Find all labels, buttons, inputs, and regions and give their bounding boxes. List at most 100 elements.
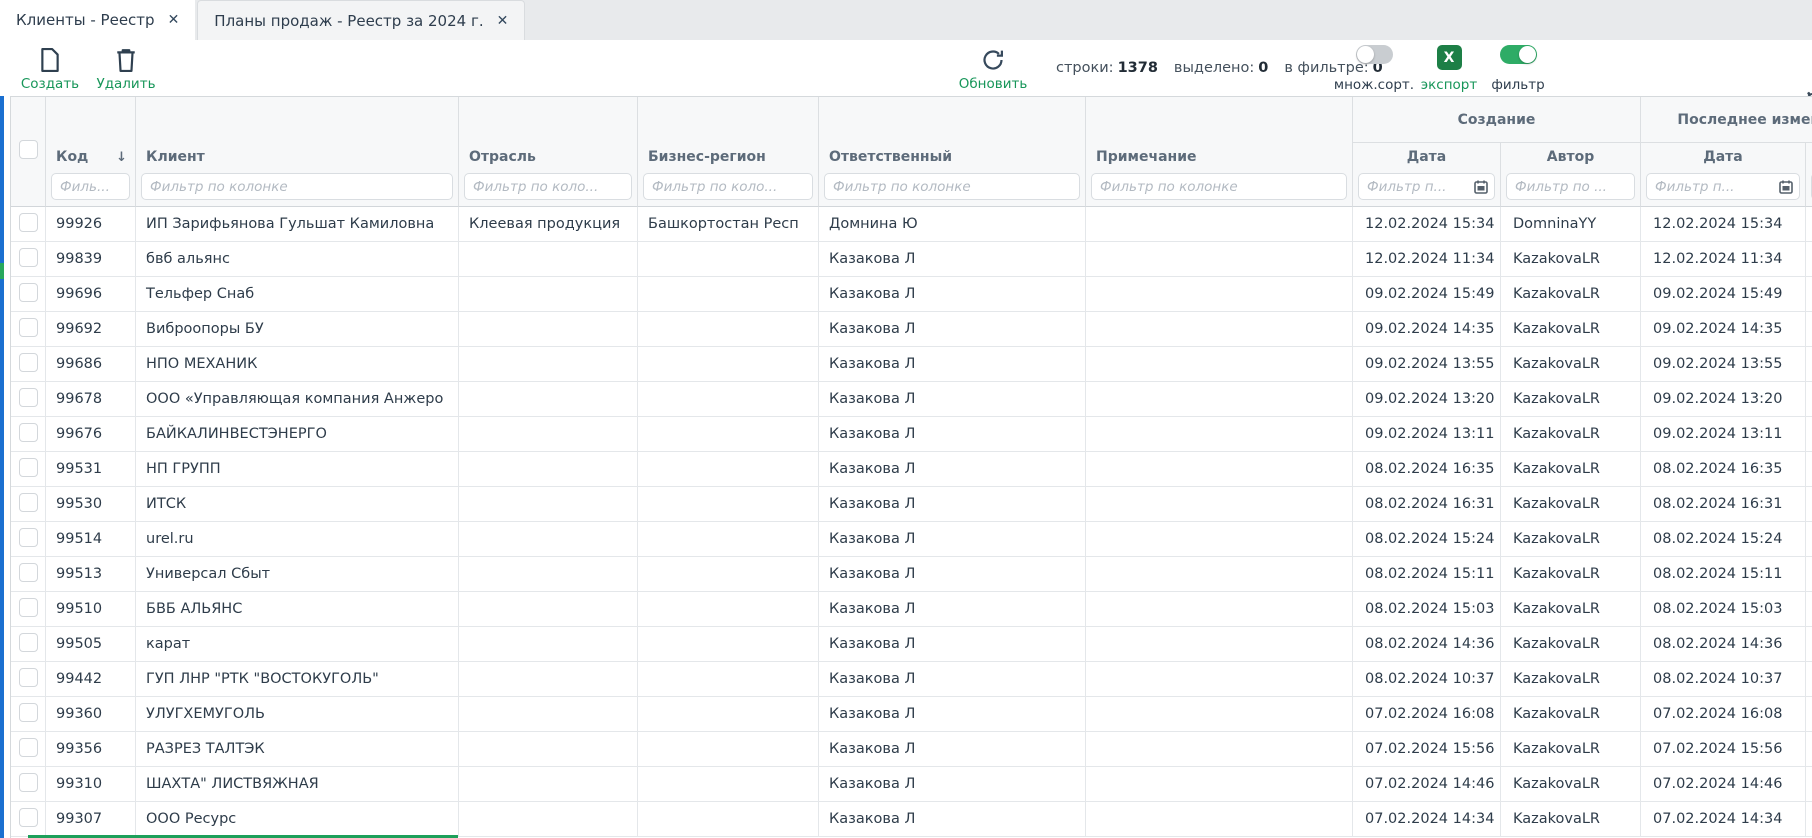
cell-created-date[interactable]: 07.02.2024 14:34	[1353, 802, 1501, 837]
cell-responsible[interactable]: Казакова Л	[819, 347, 1086, 382]
cell-note[interactable]	[1086, 417, 1353, 452]
cell-industry[interactable]	[459, 732, 638, 767]
table-row[interactable]: 99839бвб альянсКазакова Л12.02.2024 11:3…	[11, 242, 1812, 277]
cell-modified-author[interactable]: KazakovaLR	[1806, 697, 1812, 732]
close-icon[interactable]: ✕	[497, 13, 509, 29]
cell-responsible[interactable]: Казакова Л	[819, 802, 1086, 837]
cell-created-date[interactable]: 09.02.2024 13:20	[1353, 382, 1501, 417]
cell-note[interactable]	[1086, 382, 1353, 417]
table-row[interactable]: 99696Тельфер СнабКазакова Л09.02.2024 15…	[11, 277, 1812, 312]
cell-created-date[interactable]: 12.02.2024 15:34	[1353, 207, 1501, 242]
cell-note[interactable]	[1086, 592, 1353, 627]
cell-note[interactable]	[1086, 487, 1353, 522]
cell-modified-author[interactable]: KazakovaLR	[1806, 452, 1812, 487]
cell-modified-author[interactable]: KazakovaLR	[1806, 732, 1812, 767]
cell-code[interactable]: 99839	[46, 242, 136, 277]
toggle-on-icon[interactable]	[1500, 45, 1537, 64]
cell-modified-author[interactable]: KazakovaLR	[1806, 277, 1812, 312]
cell-created-date[interactable]: 08.02.2024 15:11	[1353, 557, 1501, 592]
cell-modified-date[interactable]: 07.02.2024 15:56	[1641, 732, 1806, 767]
cell-note[interactable]	[1086, 732, 1353, 767]
cell-created-date[interactable]: 08.02.2024 16:31	[1353, 487, 1501, 522]
cell-modified-author[interactable]: KazakovaLR	[1806, 382, 1812, 417]
cell-region[interactable]	[638, 767, 819, 802]
cell-modified-author[interactable]: KazakovaLR	[1806, 592, 1812, 627]
cell-modified-date[interactable]: 08.02.2024 15:03	[1641, 592, 1806, 627]
cell-responsible[interactable]: Казакова Л	[819, 627, 1086, 662]
row-checkbox[interactable]	[19, 773, 38, 792]
cell-modified-author[interactable]: KazakovaLR	[1806, 242, 1812, 277]
cell-note[interactable]	[1086, 767, 1353, 802]
filter-input-industry[interactable]	[464, 173, 632, 200]
cell-responsible[interactable]: Казакова Л	[819, 452, 1086, 487]
filter-input-code[interactable]	[51, 173, 130, 200]
cell-industry[interactable]	[459, 452, 638, 487]
cell-note[interactable]	[1086, 802, 1353, 837]
cell-modified-date[interactable]: 07.02.2024 14:46	[1641, 767, 1806, 802]
cell-created-date[interactable]: 07.02.2024 14:46	[1353, 767, 1501, 802]
cell-code[interactable]: 99360	[46, 697, 136, 732]
cell-responsible[interactable]: Казакова Л	[819, 697, 1086, 732]
cell-responsible[interactable]: Казакова Л	[819, 242, 1086, 277]
cell-code[interactable]: 99926	[46, 207, 136, 242]
cell-responsible[interactable]: Казакова Л	[819, 522, 1086, 557]
table-row[interactable]: 99513Универсал СбытКазакова Л08.02.2024 …	[11, 557, 1812, 592]
cell-industry[interactable]	[459, 767, 638, 802]
row-checkbox[interactable]	[19, 318, 38, 337]
cell-industry[interactable]	[459, 417, 638, 452]
cell-client[interactable]: ШАХТА" ЛИСТВЯЖНАЯ	[136, 767, 459, 802]
cell-responsible[interactable]: Казакова Л	[819, 662, 1086, 697]
cell-industry[interactable]	[459, 487, 638, 522]
row-checkbox[interactable]	[19, 213, 38, 232]
cell-responsible[interactable]: Казакова Л	[819, 732, 1086, 767]
table-row[interactable]: 99531НП ГРУППКазакова Л08.02.2024 16:35K…	[11, 452, 1812, 487]
row-checkbox[interactable]	[19, 353, 38, 372]
refresh-button[interactable]: Обновить	[956, 44, 1030, 94]
delete-button[interactable]: Удалить	[92, 44, 160, 94]
cell-industry[interactable]	[459, 592, 638, 627]
cell-client[interactable]: ГУП ЛНР "РТК "ВОСТОКУГОЛЬ"	[136, 662, 459, 697]
cell-industry[interactable]	[459, 277, 638, 312]
tab-sales-plans-2024[interactable]: Планы продаж - Реестр за 2024 г. ✕	[197, 0, 525, 40]
filter-input-modified-date[interactable]	[1646, 173, 1800, 200]
cell-code[interactable]: 99310	[46, 767, 136, 802]
table-row[interactable]: 99356РАЗРЕЗ ТАЛТЭККазакова Л07.02.2024 1…	[11, 732, 1812, 767]
table-row[interactable]: 99692Виброопоры БУКазакова Л09.02.2024 1…	[11, 312, 1812, 347]
vertical-scrollbar[interactable]	[0, 96, 4, 838]
cell-created-date[interactable]: 08.02.2024 15:03	[1353, 592, 1501, 627]
column-header-modified-author[interactable]: Автор	[1806, 143, 1812, 171]
table-row[interactable]: 99360УЛУГХЕМУГОЛЬКазакова Л07.02.2024 16…	[11, 697, 1812, 732]
cell-client[interactable]: ИТСК	[136, 487, 459, 522]
cell-code[interactable]: 99513	[46, 557, 136, 592]
cell-created-author[interactable]: KazakovaLR	[1501, 417, 1641, 452]
cell-modified-date[interactable]: 12.02.2024 15:34	[1641, 207, 1806, 242]
cell-created-author[interactable]: KazakovaLR	[1501, 592, 1641, 627]
cell-modified-date[interactable]: 09.02.2024 14:35	[1641, 312, 1806, 347]
cell-created-date[interactable]: 09.02.2024 13:55	[1353, 347, 1501, 382]
cell-modified-date[interactable]: 09.02.2024 15:49	[1641, 277, 1806, 312]
row-checkbox[interactable]	[19, 283, 38, 302]
filter-input-responsible[interactable]	[824, 173, 1080, 200]
cell-modified-date[interactable]: 12.02.2024 11:34	[1641, 242, 1806, 277]
row-checkbox[interactable]	[19, 248, 38, 267]
cell-client[interactable]: ООО «Управляющая компания Анжеро	[136, 382, 459, 417]
cell-industry[interactable]	[459, 522, 638, 557]
cell-created-author[interactable]: KazakovaLR	[1501, 767, 1641, 802]
column-header-created-author[interactable]: Автор	[1501, 143, 1641, 171]
cell-industry[interactable]	[459, 627, 638, 662]
row-checkbox[interactable]	[19, 808, 38, 827]
cell-modified-author[interactable]: KazakovaLR	[1806, 802, 1812, 837]
cell-responsible[interactable]: Казакова Л	[819, 277, 1086, 312]
cell-created-author[interactable]: KazakovaLR	[1501, 697, 1641, 732]
cell-responsible[interactable]: Казакова Л	[819, 767, 1086, 802]
cell-responsible[interactable]: Казакова Л	[819, 592, 1086, 627]
cell-note[interactable]	[1086, 522, 1353, 557]
excel-icon[interactable]: X	[1437, 45, 1462, 70]
cell-code[interactable]: 99696	[46, 277, 136, 312]
cell-industry[interactable]: Клеевая продукция	[459, 207, 638, 242]
filter-input-created-author[interactable]	[1506, 173, 1635, 200]
cell-code[interactable]: 99676	[46, 417, 136, 452]
column-header-responsible[interactable]: Ответственный	[819, 97, 1086, 171]
cell-created-date[interactable]: 08.02.2024 10:37	[1353, 662, 1501, 697]
cell-industry[interactable]	[459, 662, 638, 697]
